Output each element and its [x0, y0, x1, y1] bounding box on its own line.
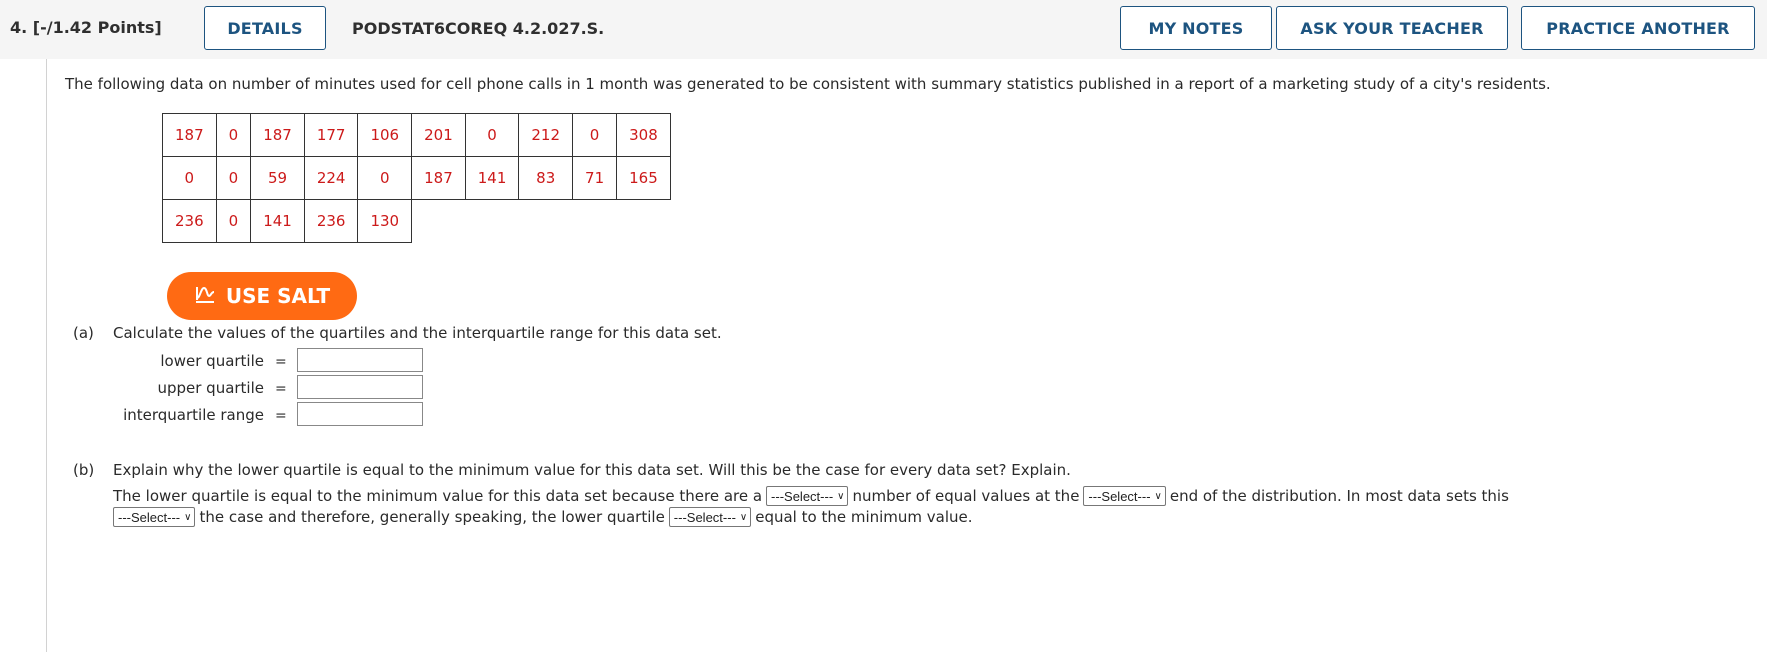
use-salt-button[interactable]: USE SALT: [167, 272, 357, 320]
answer-text: The lower quartile is equal to the minim…: [113, 487, 763, 505]
data-cell: 212: [518, 113, 574, 157]
data-cell: 0: [357, 156, 413, 200]
data-cell: 187: [162, 113, 217, 157]
number-of-equal-values-select[interactable]: ---Select--- ∨: [766, 486, 849, 506]
data-cell: 130: [357, 199, 413, 243]
part-b-label: (b): [73, 461, 95, 479]
data-cell: 0: [162, 156, 217, 200]
ask-your-teacher-button[interactable]: ASK YOUR TEACHER: [1276, 6, 1508, 50]
data-cell: 0: [572, 113, 618, 157]
data-cell: 201: [411, 113, 466, 157]
data-cell: 0: [215, 156, 252, 200]
data-table: 187 0 187 177 106 201 0 212 0 308 0 0 59…: [162, 113, 671, 243]
question-panel: 4. [-/1.42 Points] DETAILS PODSTAT6COREQ…: [0, 0, 1767, 652]
data-cell: 0: [464, 113, 520, 157]
data-cell: 224: [303, 156, 359, 200]
data-cell: 106: [357, 113, 413, 157]
question-number: 4. [-/1.42 Points]: [10, 18, 162, 37]
empty-cell: [465, 200, 519, 243]
interquartile-range-input[interactable]: [297, 402, 423, 426]
salt-chart-icon: [194, 284, 216, 309]
lower-quartile-equal-select[interactable]: ---Select--- ∨: [668, 507, 752, 527]
answer-text: number of equal values at the: [852, 487, 1080, 505]
table-row: 236 0 141 236 130: [162, 199, 671, 243]
select-value: ---Select---: [673, 509, 736, 525]
empty-cell: [519, 200, 573, 243]
empty-cell: [412, 200, 466, 243]
data-cell: 177: [303, 113, 359, 157]
lower-quartile-input[interactable]: [297, 348, 423, 372]
part-a-prompt: Calculate the values of the quartiles an…: [113, 324, 722, 342]
intro-text: The following data on number of minutes …: [65, 75, 1551, 93]
interquartile-range-label: interquartile range: [123, 406, 264, 424]
select-value: ---Select---: [1088, 488, 1151, 504]
data-cell: 236: [162, 199, 217, 243]
data-cell: 141: [464, 156, 520, 200]
part-a-label: (a): [73, 324, 94, 342]
answer-text: equal to the minimum value.: [755, 508, 973, 526]
my-notes-button[interactable]: MY NOTES: [1120, 6, 1272, 50]
chevron-down-icon: ∨: [1154, 490, 1162, 502]
most-data-sets-select[interactable]: ---Select--- ∨: [113, 507, 196, 527]
data-cell: 187: [411, 156, 466, 200]
answer-text: end of the distribution. In most data se…: [1169, 487, 1509, 505]
data-cell: 165: [616, 156, 671, 200]
empty-cell: [617, 200, 671, 243]
data-cell: 141: [250, 199, 305, 243]
part-b-answer-line-1: The lower quartile is equal to the minim…: [113, 486, 1509, 506]
chevron-down-icon: ∨: [739, 511, 748, 523]
question-code: PODSTAT6COREQ 4.2.027.S.: [352, 19, 605, 38]
table-row: 0 0 59 224 0 187 141 83 71 165: [162, 156, 671, 200]
select-value: ---Select---: [771, 488, 834, 504]
data-cell: 308: [616, 113, 671, 157]
chevron-down-icon: ∨: [184, 511, 192, 523]
lower-quartile-label: lower quartile: [160, 352, 264, 370]
data-cell: 0: [215, 199, 252, 243]
upper-quartile-input[interactable]: [297, 375, 423, 399]
data-cell: 71: [572, 156, 618, 200]
distribution-end-select[interactable]: ---Select--- ∨: [1083, 486, 1166, 506]
empty-cell: [573, 200, 617, 243]
part-b-answer-line-2: ---Select--- ∨ the case and therefore, ge…: [113, 507, 973, 527]
practice-another-button[interactable]: PRACTICE ANOTHER: [1521, 6, 1755, 50]
data-cell: 187: [250, 113, 305, 157]
question-header: 4. [-/1.42 Points] DETAILS PODSTAT6COREQ…: [0, 0, 1767, 59]
data-cell: 83: [518, 156, 574, 200]
equals-sign: =: [275, 408, 287, 424]
answer-text: the case and therefore, generally speaki…: [199, 508, 665, 526]
data-cell: 236: [303, 199, 359, 243]
table-row: 187 0 187 177 106 201 0 212 0 308: [162, 113, 671, 157]
details-button[interactable]: DETAILS: [204, 6, 326, 50]
part-b-prompt: Explain why the lower quartile is equal …: [113, 461, 1071, 479]
select-value: ---Select---: [118, 509, 181, 525]
data-cell: 59: [250, 156, 305, 200]
use-salt-label: USE SALT: [225, 284, 331, 308]
chevron-down-icon: ∨: [837, 490, 845, 502]
data-cell: 0: [215, 113, 252, 157]
equals-sign: =: [275, 354, 287, 370]
upper-quartile-label: upper quartile: [157, 379, 264, 397]
equals-sign: =: [275, 381, 287, 397]
